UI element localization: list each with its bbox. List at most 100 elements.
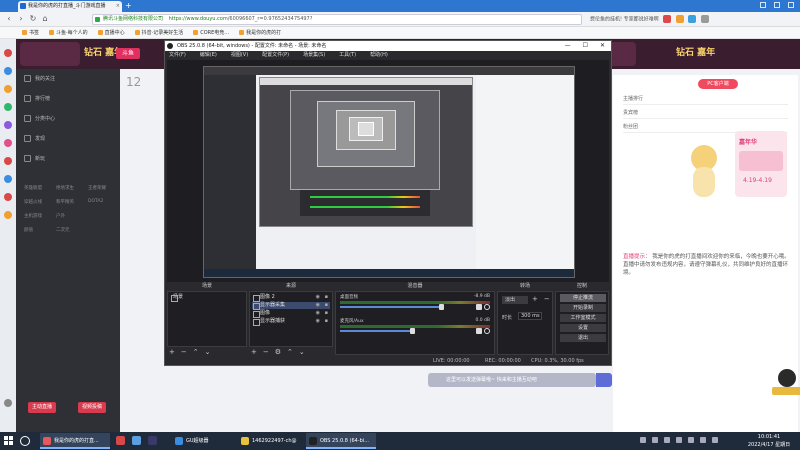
- sidebar-link[interactable]: 穿越火线: [24, 199, 42, 205]
- source-item[interactable]: 图像 ◉ ▪: [252, 310, 330, 318]
- dock-app-icon[interactable]: [4, 103, 12, 111]
- sidebar-item-rank[interactable]: 排行榜: [24, 95, 114, 105]
- send-button[interactable]: [596, 373, 612, 387]
- refresh-icon[interactable]: ↻: [28, 14, 38, 24]
- browser-tab[interactable]: 我是你的虎的打直播_斗门游戏直播 ×: [18, 1, 122, 12]
- remove-icon[interactable]: −: [544, 295, 550, 303]
- eye-icon[interactable]: ◉: [316, 302, 320, 309]
- speaker-icon[interactable]: [476, 328, 482, 334]
- remove-icon[interactable]: −: [181, 348, 187, 356]
- sidebar-link[interactable]: 英雄联盟: [24, 185, 42, 191]
- transition-select[interactable]: 淡出: [502, 296, 528, 304]
- dock-app-icon[interactable]: [4, 193, 12, 201]
- add-icon[interactable]: +: [251, 348, 257, 356]
- move-up-icon[interactable]: ⌃: [193, 348, 199, 356]
- menu-edit[interactable]: 编辑(E): [200, 51, 217, 60]
- volume-icon[interactable]: [700, 437, 706, 443]
- close-tab-icon[interactable]: ×: [116, 1, 120, 12]
- bookmark-item[interactable]: 抖音·记录美好生活: [135, 29, 184, 36]
- menu-file[interactable]: 文件(F): [169, 51, 186, 60]
- lock-icon[interactable]: ▪: [325, 294, 328, 301]
- settings-button[interactable]: 设置: [560, 324, 606, 332]
- start-recording-button[interactable]: 开始录制: [560, 304, 606, 312]
- right-panel-row[interactable]: 主播排行: [623, 95, 788, 105]
- menu-view[interactable]: 视图(V): [231, 51, 248, 60]
- home-icon[interactable]: ⌂: [40, 14, 50, 24]
- move-up-icon[interactable]: ⌃: [287, 348, 293, 356]
- dock-app-icon[interactable]: [4, 157, 12, 165]
- menu-tools[interactable]: 工具(T): [339, 51, 356, 60]
- new-tab-button[interactable]: +: [125, 0, 132, 11]
- taskbar-app-tool[interactable]: GU超级器: [172, 433, 230, 449]
- start-stream-button[interactable]: 主动直播: [28, 402, 57, 413]
- taskbar-app-obs[interactable]: OBS 25.0.8 (64-bi...: [306, 433, 376, 449]
- danmaku-input[interactable]: 这里可以发送弹幕哦~ 快来和主播互动吧: [428, 373, 596, 387]
- bookmark-item[interactable]: 书签: [22, 29, 39, 36]
- maximize-button[interactable]: ☐: [583, 41, 588, 51]
- bookmark-item[interactable]: 我是你的虎的打: [239, 29, 281, 36]
- sidebar-link[interactable]: 户外: [56, 213, 65, 219]
- lock-icon[interactable]: ▪: [325, 318, 328, 325]
- sidebar-link[interactable]: 和平精英: [56, 199, 74, 205]
- lock-icon[interactable]: ▪: [325, 302, 328, 309]
- volume-slider[interactable]: [340, 306, 442, 308]
- sidebar-item-discover[interactable]: 发现: [24, 135, 114, 145]
- pinned-app-icon[interactable]: [116, 436, 125, 445]
- sidebar-item-follow[interactable]: 我的关注: [24, 75, 114, 85]
- minimize-icon[interactable]: [760, 2, 766, 8]
- bookmark-item[interactable]: 直播中心: [98, 29, 125, 36]
- source-item[interactable]: 显示器采集 ◉ ▪: [252, 302, 330, 310]
- move-down-icon[interactable]: ⌄: [205, 348, 211, 356]
- minimize-button[interactable]: —: [565, 41, 571, 51]
- taskbar-app-browser[interactable]: 我是你的虎的打直...: [40, 433, 110, 449]
- sidebar-item-new[interactable]: 新玩: [24, 155, 114, 165]
- duration-input[interactable]: 300 ms: [518, 312, 542, 320]
- stop-streaming-button[interactable]: 停止推流: [560, 294, 606, 302]
- close-button[interactable]: ✕: [600, 41, 605, 51]
- speaker-icon[interactable]: [476, 304, 482, 310]
- volume-slider-handle[interactable]: [439, 304, 445, 310]
- gear-icon[interactable]: ⚙: [275, 348, 281, 356]
- maximize-icon[interactable]: [774, 2, 780, 8]
- obs-preview[interactable]: [167, 60, 609, 282]
- anchor-badge[interactable]: [772, 369, 800, 399]
- studio-mode-button[interactable]: 工作室模式: [560, 314, 606, 322]
- extension-icon[interactable]: [675, 15, 684, 23]
- volume-slider-handle[interactable]: [409, 328, 415, 334]
- sidebar-link[interactable]: 二次元: [56, 227, 70, 233]
- search-icon[interactable]: [20, 436, 30, 446]
- promo-card[interactable]: 嘉年华 4.19-4.19: [735, 131, 787, 197]
- back-arrow-icon[interactable]: ‹: [4, 14, 14, 24]
- ime-icon[interactable]: [712, 437, 718, 443]
- add-icon[interactable]: +: [532, 295, 538, 303]
- extension-icon[interactable]: [663, 15, 672, 23]
- source-item[interactable]: 显示器捕获 ◉ ▪: [252, 318, 330, 326]
- exit-button[interactable]: 退出: [560, 334, 606, 342]
- menu-icon[interactable]: [700, 15, 709, 23]
- tray-icon[interactable]: [664, 437, 670, 443]
- sidebar-item-category[interactable]: 分类中心: [24, 115, 114, 125]
- gear-icon[interactable]: [484, 304, 490, 310]
- sidebar-link[interactable]: 绝地求生: [56, 185, 74, 191]
- eye-icon[interactable]: ◉: [316, 318, 320, 325]
- menu-scene-collection[interactable]: 场景集(S): [303, 51, 325, 60]
- dock-app-icon[interactable]: [4, 121, 12, 129]
- windows-start-icon[interactable]: [4, 436, 14, 446]
- pc-client-button[interactable]: PC客户端: [698, 79, 738, 89]
- eye-icon[interactable]: ◉: [316, 310, 320, 317]
- menu-help[interactable]: 帮助(H): [370, 51, 388, 60]
- tray-icon[interactable]: [652, 437, 658, 443]
- bookmark-item[interactable]: 斗鱼·每个人的: [49, 29, 88, 36]
- system-clock[interactable]: 10:01:41 2022/4/17 星期日: [742, 433, 796, 449]
- network-icon[interactable]: [688, 437, 694, 443]
- steam-icon[interactable]: [148, 436, 157, 445]
- sidebar-link[interactable]: 王者荣耀: [88, 185, 106, 191]
- dock-app-icon[interactable]: [4, 49, 12, 57]
- forward-arrow-icon[interactable]: ›: [16, 14, 26, 24]
- taskbar-app-image[interactable]: 1462922497-ch@: [238, 433, 300, 449]
- sidebar-link[interactable]: DOTA2: [88, 199, 103, 204]
- upload-video-button[interactable]: 视频投稿: [78, 402, 107, 413]
- sidebar-link[interactable]: 主机游戏: [24, 213, 42, 219]
- bookmark-item[interactable]: CORE电竞...: [193, 29, 229, 36]
- close-icon[interactable]: [788, 2, 794, 8]
